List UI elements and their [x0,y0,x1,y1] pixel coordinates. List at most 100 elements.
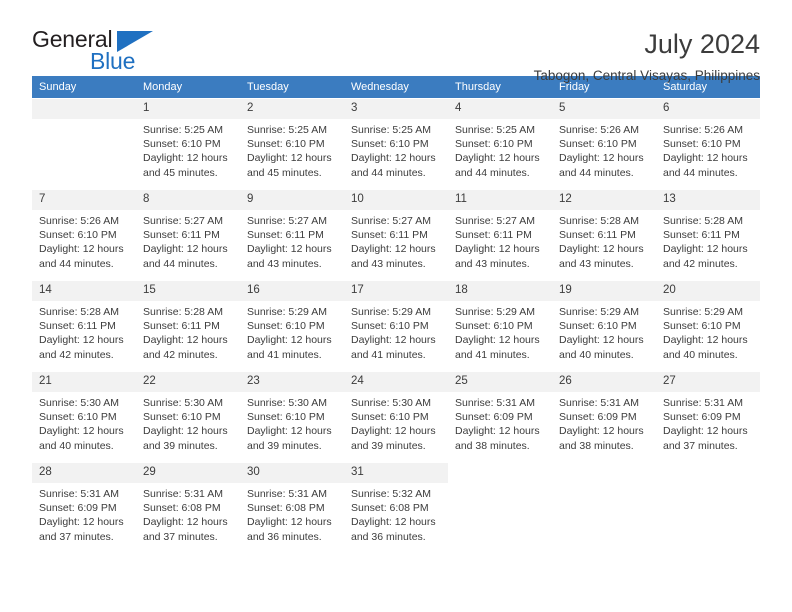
daylight-text: Daylight: 12 hours and 39 minutes. [351,425,436,452]
day-cell-inner: 1 Sunrise: 5:25 AM Sunset: 6:10 PM Daylight… [136,99,240,189]
calendar-day-cell[interactable]: 3 Sunrise: 5:25 AM Sunset: 6:10 PM Daylight… [344,98,448,190]
sunset-text: Sunset: 6:08 PM [351,502,429,515]
day-cell-inner: 23 Sunrise: 5:30 AM Sunset: 6:10 PM Dayligh… [240,372,344,462]
daylight-text: Daylight: 12 hours and 44 minutes. [559,152,644,179]
day-number: 25 [448,372,552,392]
daylight-text: Daylight: 12 hours and 41 minutes. [455,334,540,361]
sunrise-text: Sunrise: 5:27 AM [143,215,223,227]
day-cell-inner: 26 Sunrise: 5:31 AM Sunset: 6:09 PM Dayligh… [552,372,656,462]
day-number: 26 [552,372,656,392]
calendar-day-cell[interactable]: 23 Sunrise: 5:30 AM Sunset: 6:10 PM Dayligh… [240,371,344,463]
day-details: Sunrise: 5:31 AM Sunset: 6:09 PM Daylight:… [448,392,552,453]
calendar-day-cell[interactable]: 24 Sunrise: 5:30 AM Sunset: 6:10 PM Dayligh… [344,371,448,463]
daylight-text: Daylight: 12 hours and 36 minutes. [351,516,436,543]
daylight-text: Daylight: 12 hours and 44 minutes. [351,152,436,179]
calendar-day-cell[interactable]: 20 Sunrise: 5:29 AM Sunset: 6:10 PM Dayligh… [656,280,760,372]
daylight-text: Daylight: 12 hours and 37 minutes. [143,516,228,543]
day-details: Sunrise: 5:25 AM Sunset: 6:10 PM Daylight:… [240,119,344,180]
calendar-body: 1 Sunrise: 5:25 AM Sunset: 6:10 PM Daylight… [32,98,760,554]
calendar-day-cell[interactable]: 18 Sunrise: 5:29 AM Sunset: 6:10 PM Dayligh… [448,280,552,372]
calendar-week-row: 1 Sunrise: 5:25 AM Sunset: 6:10 PM Daylight… [32,98,760,190]
sunset-text: Sunset: 6:10 PM [247,320,325,333]
day-details: Sunrise: 5:30 AM Sunset: 6:10 PM Daylight:… [32,392,136,453]
daylight-text: Daylight: 12 hours and 41 minutes. [247,334,332,361]
calendar-day-cell[interactable]: 11 Sunrise: 5:27 AM Sunset: 6:11 PM Dayligh… [448,189,552,281]
calendar-day-cell[interactable]: 22 Sunrise: 5:30 AM Sunset: 6:10 PM Dayligh… [136,371,240,463]
day-cell-inner: 16 Sunrise: 5:29 AM Sunset: 6:10 PM Dayligh… [240,281,344,371]
daylight-text: Daylight: 12 hours and 39 minutes. [247,425,332,452]
calendar-day-cell[interactable]: 15 Sunrise: 5:28 AM Sunset: 6:11 PM Dayligh… [136,280,240,372]
day-cell-inner: 30 Sunrise: 5:31 AM Sunset: 6:08 PM Dayligh… [240,463,344,553]
day-number: 30 [240,463,344,483]
day-details: Sunrise: 5:26 AM Sunset: 6:10 PM Daylight:… [552,119,656,180]
sunset-text: Sunset: 6:08 PM [247,502,325,515]
calendar-day-cell[interactable]: 19 Sunrise: 5:29 AM Sunset: 6:10 PM Dayligh… [552,280,656,372]
calendar-day-cell[interactable]: 2 Sunrise: 5:25 AM Sunset: 6:10 PM Daylight… [240,98,344,190]
sunset-text: Sunset: 6:10 PM [351,320,429,333]
day-cell-inner [448,463,552,553]
daylight-text: Daylight: 12 hours and 40 minutes. [39,425,124,452]
day-details: Sunrise: 5:25 AM Sunset: 6:10 PM Daylight:… [136,119,240,180]
sunset-text: Sunset: 6:10 PM [247,138,325,151]
sunrise-text: Sunrise: 5:28 AM [663,215,743,227]
day-number: 7 [32,190,136,210]
day-number: 20 [656,281,760,301]
day-details: Sunrise: 5:29 AM Sunset: 6:10 PM Daylight:… [656,301,760,362]
calendar-day-cell[interactable]: 25 Sunrise: 5:31 AM Sunset: 6:09 PM Dayligh… [448,371,552,463]
day-number: 18 [448,281,552,301]
day-cell-inner: 7 Sunrise: 5:26 AM Sunset: 6:10 PM Daylight… [32,190,136,280]
calendar-day-cell[interactable]: 30 Sunrise: 5:31 AM Sunset: 6:08 PM Dayligh… [240,462,344,554]
calendar-week-row: 28 Sunrise: 5:31 AM Sunset: 6:09 PM Dayligh… [32,462,760,554]
day-cell-inner: 2 Sunrise: 5:25 AM Sunset: 6:10 PM Daylight… [240,99,344,189]
day-details: Sunrise: 5:28 AM Sunset: 6:11 PM Daylight:… [656,210,760,271]
day-cell-inner: 13 Sunrise: 5:28 AM Sunset: 6:11 PM Dayligh… [656,190,760,280]
day-cell-inner [32,99,136,189]
sunset-text: Sunset: 6:11 PM [143,320,220,333]
calendar-day-cell[interactable]: 14 Sunrise: 5:28 AM Sunset: 6:11 PM Dayligh… [32,280,136,372]
day-cell-inner: 9 Sunrise: 5:27 AM Sunset: 6:11 PM Daylight… [240,190,344,280]
calendar-day-cell[interactable]: 13 Sunrise: 5:28 AM Sunset: 6:11 PM Dayligh… [656,189,760,281]
day-number: 4 [448,99,552,119]
day-details: Sunrise: 5:32 AM Sunset: 6:08 PM Daylight:… [344,483,448,544]
calendar-day-cell[interactable]: 29 Sunrise: 5:31 AM Sunset: 6:08 PM Dayligh… [136,462,240,554]
day-number: 17 [344,281,448,301]
calendar-day-cell[interactable]: 28 Sunrise: 5:31 AM Sunset: 6:09 PM Dayligh… [32,462,136,554]
calendar-day-cell[interactable]: 9 Sunrise: 5:27 AM Sunset: 6:11 PM Daylight… [240,189,344,281]
sunset-text: Sunset: 6:09 PM [39,502,117,515]
calendar-day-cell[interactable]: 6 Sunrise: 5:26 AM Sunset: 6:10 PM Daylight… [656,98,760,190]
day-cell-inner: 5 Sunrise: 5:26 AM Sunset: 6:10 PM Daylight… [552,99,656,189]
calendar-day-cell[interactable]: 27 Sunrise: 5:31 AM Sunset: 6:09 PM Dayligh… [656,371,760,463]
day-cell-inner: 4 Sunrise: 5:25 AM Sunset: 6:10 PM Daylight… [448,99,552,189]
calendar-day-cell[interactable]: 12 Sunrise: 5:28 AM Sunset: 6:11 PM Dayligh… [552,189,656,281]
sunrise-text: Sunrise: 5:25 AM [455,124,535,136]
calendar-day-cell[interactable]: 5 Sunrise: 5:26 AM Sunset: 6:10 PM Daylight… [552,98,656,190]
day-details: Sunrise: 5:27 AM Sunset: 6:11 PM Daylight:… [136,210,240,271]
calendar-day-cell[interactable]: 17 Sunrise: 5:29 AM Sunset: 6:10 PM Dayligh… [344,280,448,372]
sunrise-text: Sunrise: 5:30 AM [143,397,223,409]
daylight-text: Daylight: 12 hours and 43 minutes. [247,243,332,270]
day-number: 23 [240,372,344,392]
day-number: 6 [656,99,760,119]
calendar-day-cell[interactable]: 1 Sunrise: 5:25 AM Sunset: 6:10 PM Daylight… [136,98,240,190]
calendar-day-cell[interactable]: 4 Sunrise: 5:25 AM Sunset: 6:10 PM Daylight… [448,98,552,190]
logo-text-blue: Blue [90,48,136,74]
day-details: Sunrise: 5:29 AM Sunset: 6:10 PM Daylight:… [240,301,344,362]
calendar-day-cell[interactable]: 26 Sunrise: 5:31 AM Sunset: 6:09 PM Dayligh… [552,371,656,463]
day-cell-inner: 17 Sunrise: 5:29 AM Sunset: 6:10 PM Dayligh… [344,281,448,371]
calendar-day-cell[interactable]: 31 Sunrise: 5:32 AM Sunset: 6:08 PM Dayligh… [344,462,448,554]
calendar-day-cell[interactable]: 10 Sunrise: 5:27 AM Sunset: 6:11 PM Dayligh… [344,189,448,281]
day-cell-inner [656,463,760,553]
day-cell-inner [552,463,656,553]
calendar-day-cell[interactable]: 16 Sunrise: 5:29 AM Sunset: 6:10 PM Dayligh… [240,280,344,372]
sunrise-text: Sunrise: 5:29 AM [663,306,743,318]
calendar-day-cell[interactable]: 8 Sunrise: 5:27 AM Sunset: 6:11 PM Daylight… [136,189,240,281]
sunset-text: Sunset: 6:09 PM [559,411,637,424]
sunset-text: Sunset: 6:10 PM [559,320,637,333]
sunrise-text: Sunrise: 5:31 AM [455,397,535,409]
weekday-header-tuesday: Tuesday [240,76,344,99]
general-blue-logo[interactable]: General Blue [32,28,162,74]
calendar-day-cell[interactable]: 7 Sunrise: 5:26 AM Sunset: 6:10 PM Daylight… [32,189,136,281]
calendar-day-cell[interactable]: 21 Sunrise: 5:30 AM Sunset: 6:10 PM Dayligh… [32,371,136,463]
calendar-week-row: 7 Sunrise: 5:26 AM Sunset: 6:10 PM Daylight… [32,189,760,281]
sunrise-text: Sunrise: 5:25 AM [351,124,431,136]
